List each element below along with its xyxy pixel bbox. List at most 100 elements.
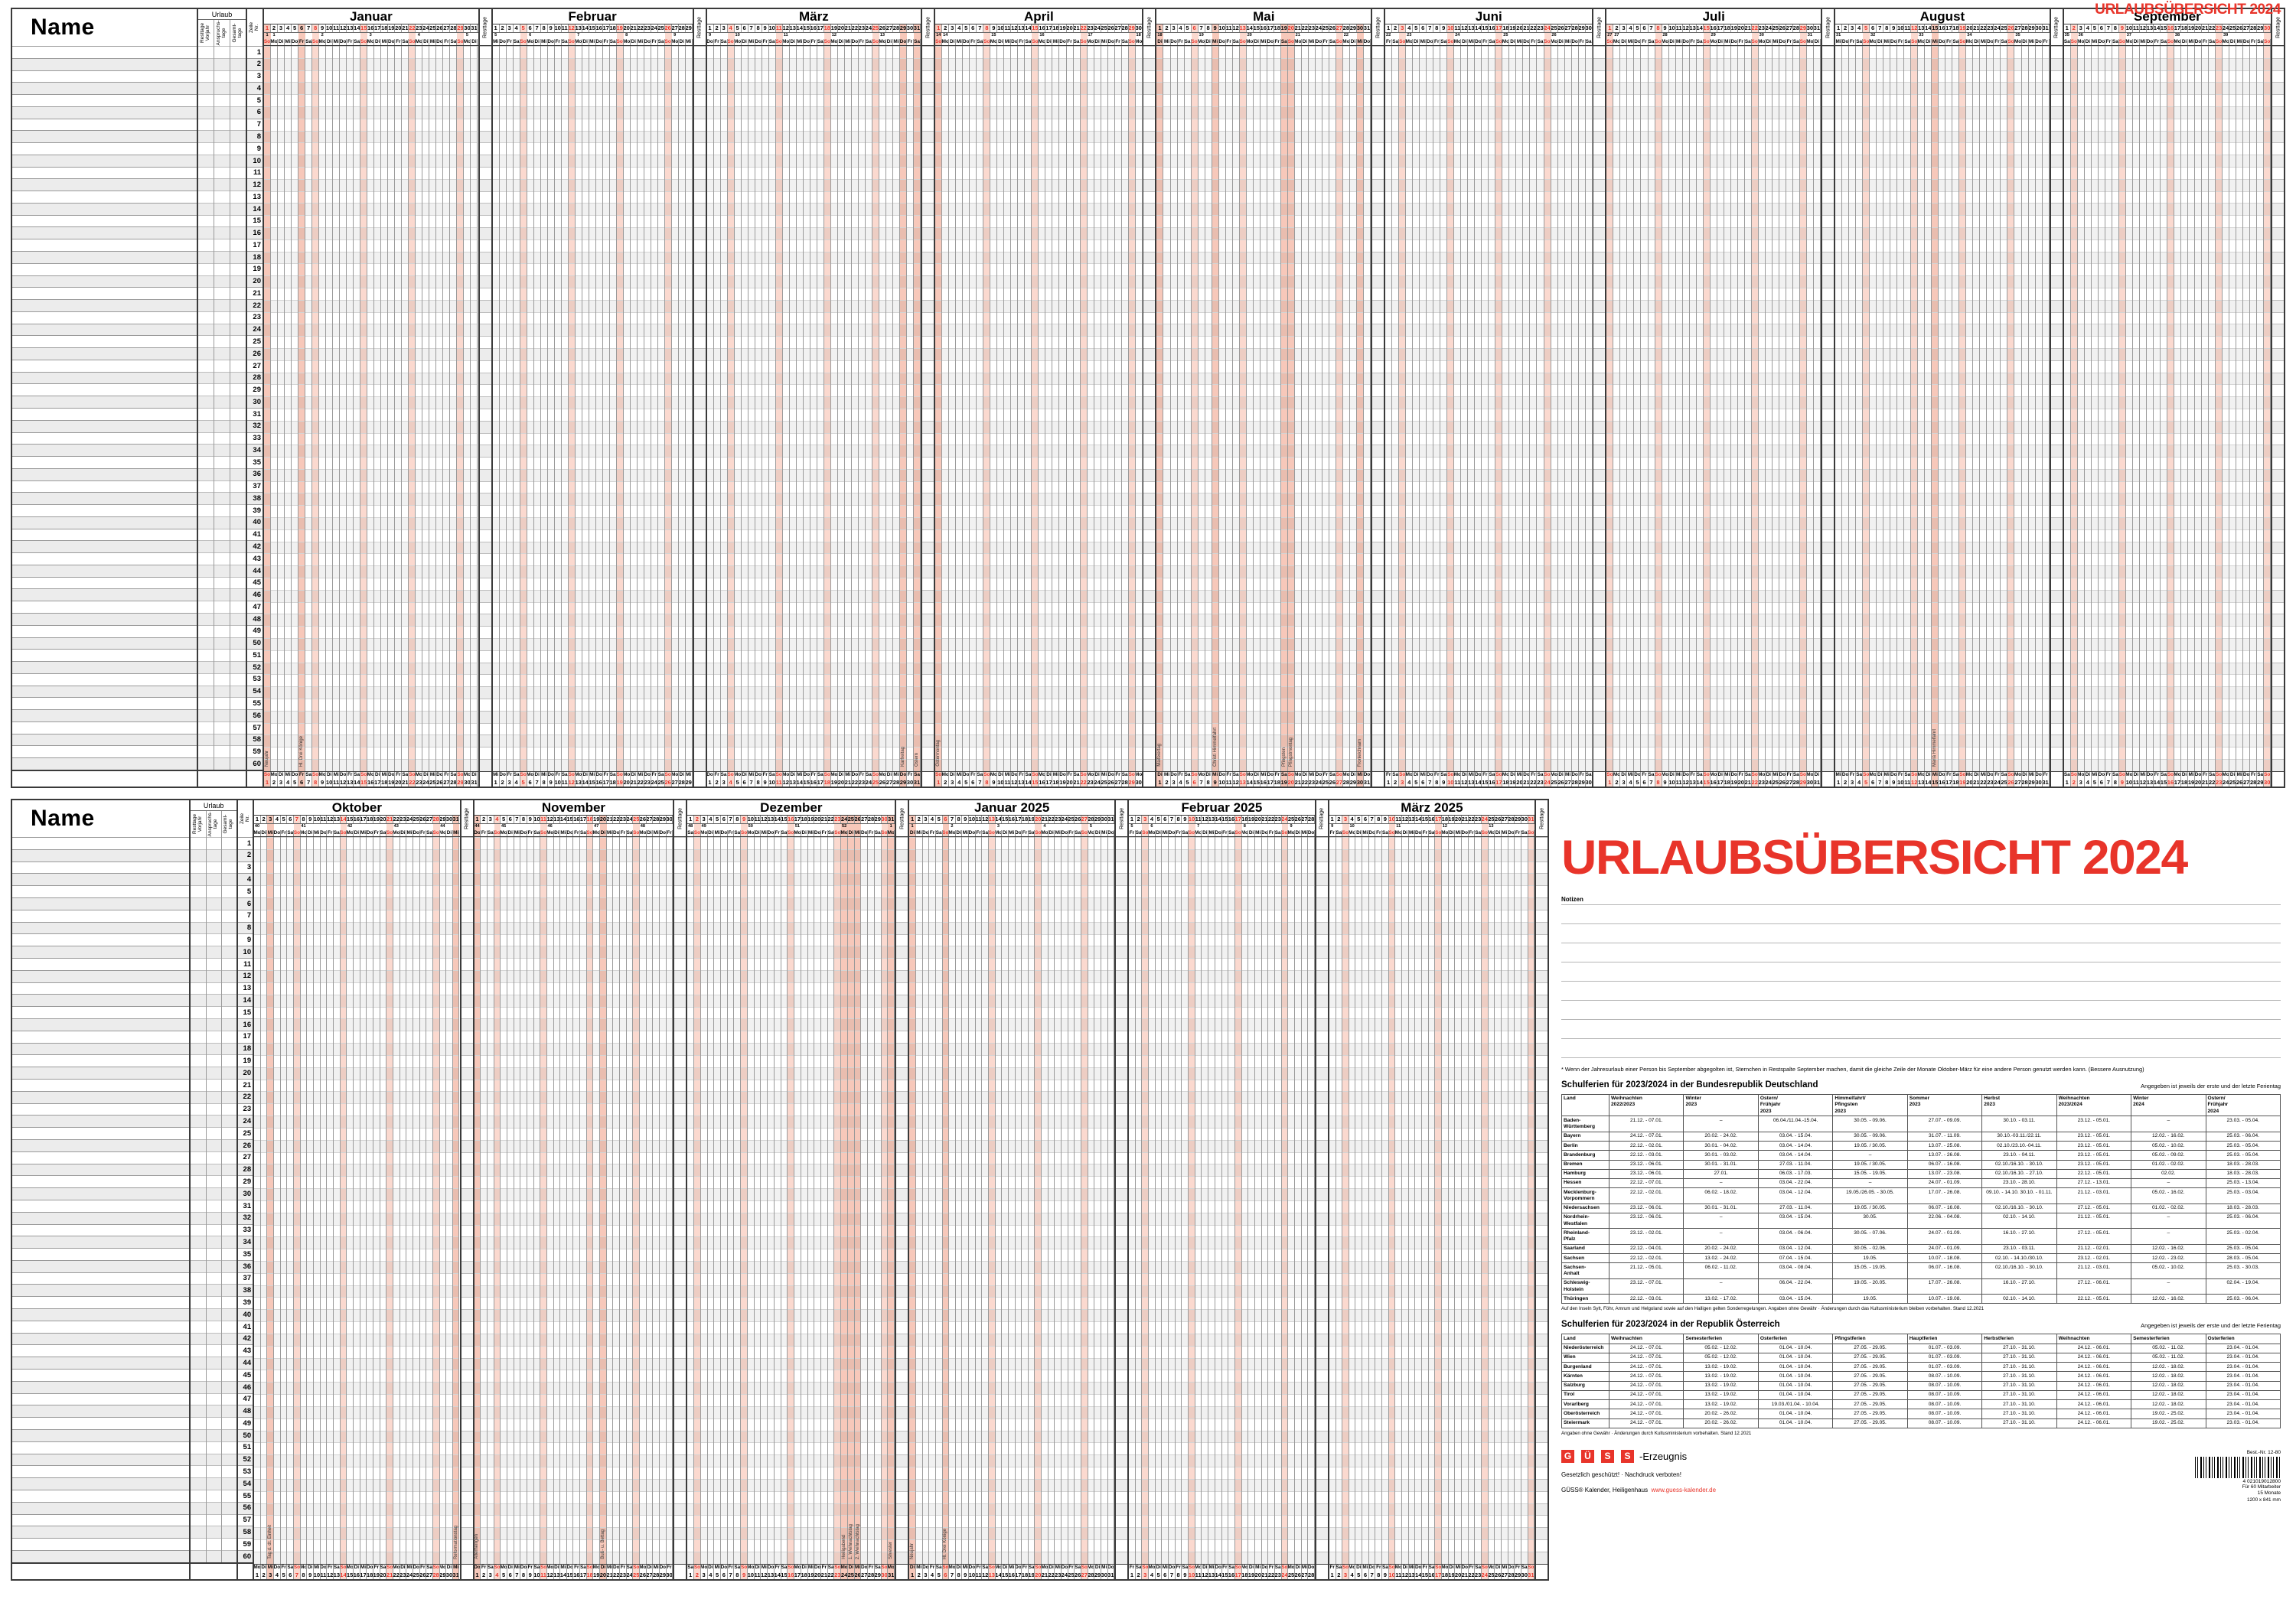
day-cell[interactable] bbox=[360, 155, 367, 167]
day-cell[interactable] bbox=[547, 710, 554, 723]
day-cell[interactable] bbox=[395, 445, 402, 458]
day-cell[interactable] bbox=[540, 650, 547, 663]
day-cell[interactable] bbox=[409, 130, 416, 143]
day-cell[interactable] bbox=[416, 94, 422, 106]
day-cell[interactable] bbox=[450, 601, 457, 614]
day-cell[interactable] bbox=[457, 650, 464, 663]
day-cell[interactable] bbox=[464, 541, 471, 554]
day-cell[interactable] bbox=[340, 336, 347, 348]
day-cell[interactable] bbox=[685, 372, 692, 385]
day-cell[interactable] bbox=[278, 420, 285, 433]
day-cell[interactable] bbox=[285, 457, 292, 469]
day-cell[interactable] bbox=[651, 311, 657, 324]
day-cell[interactable] bbox=[312, 432, 319, 445]
day-cell[interactable] bbox=[492, 468, 499, 481]
urlaub-cell[interactable] bbox=[198, 239, 214, 251]
day-cell[interactable] bbox=[748, 553, 755, 565]
day-cell[interactable] bbox=[506, 457, 513, 469]
day-cell[interactable] bbox=[360, 94, 367, 106]
day-cell[interactable] bbox=[644, 420, 651, 433]
day-cell[interactable] bbox=[340, 142, 347, 155]
day-cell[interactable] bbox=[264, 118, 271, 131]
day-cell[interactable] bbox=[333, 46, 340, 58]
day-cell[interactable] bbox=[264, 710, 271, 723]
day-cell[interactable] bbox=[755, 178, 762, 191]
day-column[interactable] bbox=[734, 46, 742, 771]
day-cell[interactable] bbox=[651, 347, 657, 360]
day-cell[interactable] bbox=[651, 178, 657, 191]
resttage-cell[interactable] bbox=[693, 70, 706, 83]
day-cell[interactable] bbox=[630, 106, 637, 119]
day-cell[interactable] bbox=[422, 638, 429, 650]
day-cell[interactable] bbox=[595, 166, 602, 179]
day-cell[interactable] bbox=[312, 275, 319, 288]
day-cell[interactable] bbox=[727, 734, 734, 748]
day-cell[interactable] bbox=[506, 686, 513, 699]
day-cell[interactable] bbox=[278, 239, 285, 252]
day-cell[interactable] bbox=[741, 287, 748, 300]
day-cell[interactable] bbox=[506, 166, 513, 179]
day-cell[interactable] bbox=[513, 372, 520, 385]
day-cell[interactable] bbox=[436, 686, 443, 699]
urlaub-cell[interactable] bbox=[198, 118, 214, 131]
day-cell[interactable] bbox=[644, 505, 651, 517]
day-cell[interactable] bbox=[554, 263, 561, 275]
day-cell[interactable] bbox=[367, 650, 374, 663]
day-cell[interactable] bbox=[457, 722, 464, 735]
day-cell[interactable] bbox=[402, 517, 409, 529]
day-cell[interactable] bbox=[616, 130, 623, 143]
day-cell[interactable] bbox=[527, 517, 533, 529]
day-cell[interactable] bbox=[755, 251, 762, 264]
day-cell[interactable] bbox=[409, 46, 416, 58]
day-cell[interactable] bbox=[374, 106, 381, 119]
day-cell[interactable] bbox=[347, 432, 354, 445]
resttage-cell[interactable] bbox=[693, 578, 706, 590]
day-cell[interactable] bbox=[527, 686, 533, 699]
day-cell[interactable] bbox=[429, 529, 436, 542]
day-cell[interactable] bbox=[388, 457, 395, 469]
day-cell[interactable] bbox=[685, 70, 692, 83]
day-cell[interactable] bbox=[533, 541, 540, 554]
day-cell[interactable] bbox=[422, 166, 429, 179]
day-cell[interactable] bbox=[547, 541, 554, 554]
name-row[interactable] bbox=[12, 178, 197, 191]
day-cell[interactable] bbox=[402, 142, 409, 155]
day-cell[interactable] bbox=[471, 336, 478, 348]
day-cell[interactable] bbox=[381, 747, 388, 759]
day-cell[interactable] bbox=[312, 118, 319, 131]
day-cell[interactable] bbox=[664, 384, 671, 396]
day-cell[interactable] bbox=[547, 275, 554, 288]
day-cell[interactable] bbox=[305, 626, 312, 638]
day-cell[interactable] bbox=[657, 710, 664, 723]
name-row[interactable] bbox=[12, 624, 197, 637]
day-cell[interactable] bbox=[554, 70, 561, 83]
day-cell[interactable] bbox=[589, 336, 595, 348]
day-cell[interactable] bbox=[706, 722, 713, 735]
day-cell[interactable] bbox=[381, 155, 388, 167]
day-cell[interactable] bbox=[312, 203, 319, 216]
day-cell[interactable] bbox=[582, 155, 589, 167]
day-cell[interactable] bbox=[506, 493, 513, 506]
day-cell[interactable] bbox=[595, 46, 602, 58]
day-cell[interactable] bbox=[582, 70, 589, 83]
day-cell[interactable] bbox=[305, 578, 312, 590]
day-cell[interactable] bbox=[540, 578, 547, 590]
day-cell[interactable] bbox=[312, 130, 319, 143]
day-cell[interactable] bbox=[264, 324, 271, 337]
day-column[interactable] bbox=[333, 46, 341, 771]
day-cell[interactable] bbox=[575, 529, 582, 542]
day-cell[interactable] bbox=[720, 336, 727, 348]
day-cell[interactable] bbox=[540, 553, 547, 565]
day-cell[interactable] bbox=[333, 578, 340, 590]
day-cell[interactable] bbox=[651, 130, 657, 143]
day-cell[interactable] bbox=[367, 529, 374, 542]
day-cell[interactable] bbox=[436, 82, 443, 95]
day-cell[interactable] bbox=[278, 130, 285, 143]
urlaub-cell[interactable] bbox=[214, 166, 230, 179]
day-cell[interactable] bbox=[713, 155, 720, 167]
day-cell[interactable] bbox=[589, 674, 595, 686]
day-cell[interactable] bbox=[637, 46, 644, 58]
day-cell[interactable] bbox=[422, 578, 429, 590]
day-cell[interactable] bbox=[527, 468, 533, 481]
day-cell[interactable] bbox=[264, 480, 271, 493]
